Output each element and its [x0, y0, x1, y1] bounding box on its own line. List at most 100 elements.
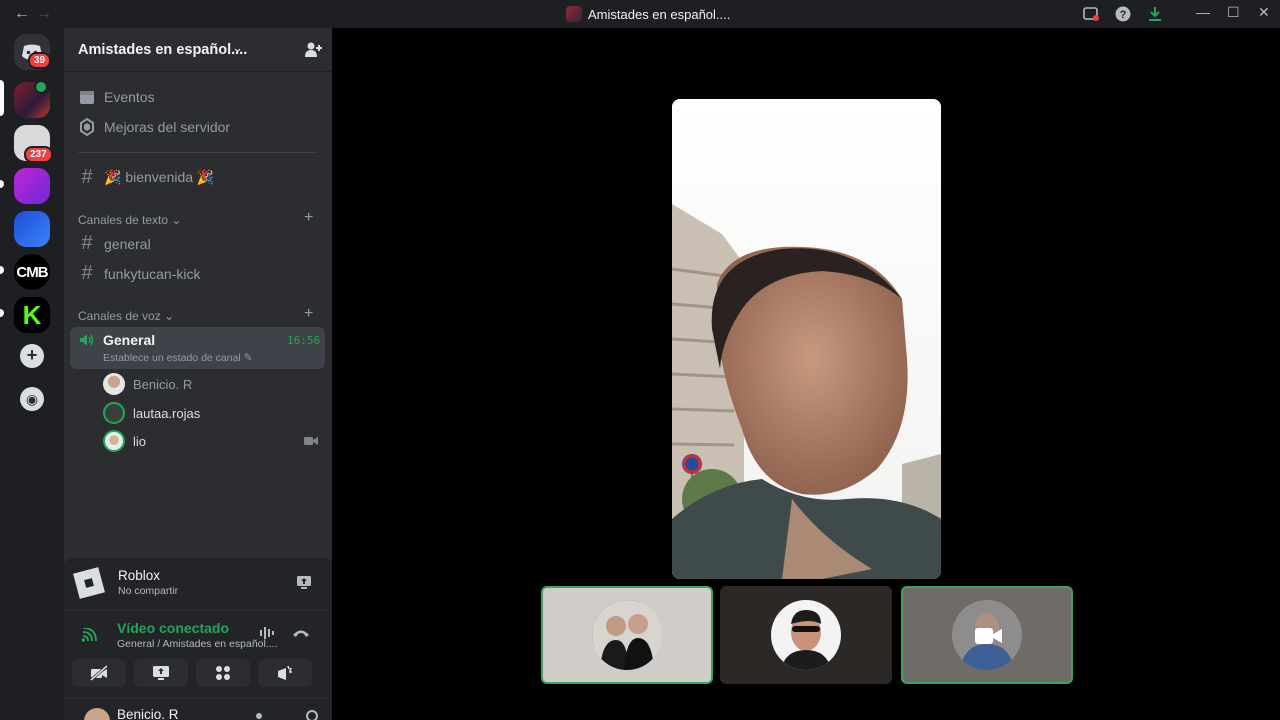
activity-game-name: Roblox: [118, 568, 161, 583]
voice-category-header[interactable]: Canales de voz ⌄: [78, 309, 174, 323]
participant-avatar: [592, 600, 662, 670]
channel-general[interactable]: # general: [78, 232, 151, 255]
avatar-photo: [771, 600, 841, 670]
camera-toggle-button[interactable]: [72, 659, 126, 687]
avatar-photo: [592, 600, 662, 670]
channel-bienvenida-label: 🎉 bienvenida 🎉: [104, 169, 215, 185]
chevron-down-icon: ⌄: [171, 213, 182, 227]
server-boosts-item[interactable]: Mejoras del servidor: [78, 118, 230, 136]
channel-sidebar: Amistades en español.... ⌄ Eventos Mejor…: [64, 28, 332, 720]
server-kick-icon[interactable]: K: [14, 297, 50, 333]
camera-icon: [975, 628, 1002, 644]
server-4-icon[interactable]: [14, 211, 50, 247]
avatar: [103, 373, 125, 395]
voice-user-row[interactable]: lio: [103, 430, 146, 452]
participant-tile[interactable]: [541, 586, 713, 684]
add-voice-channel-button[interactable]: +: [304, 305, 313, 323]
voice-timer: 16:56: [287, 334, 321, 347]
text-category-label: Canales de texto: [78, 213, 169, 227]
voice-user-name: lautaa.rojas: [133, 405, 201, 421]
hash-icon: #: [81, 232, 93, 254]
channel-status-text: Establece un estado de canal: [103, 352, 241, 364]
server-name: Amistades en español....: [78, 42, 248, 58]
text-category-header[interactable]: Canales de texto ⌄: [78, 213, 181, 227]
forward-arrow-icon[interactable]: →: [36, 5, 52, 23]
server-boosts-label: Mejoras del servidor: [104, 119, 231, 135]
maximize-button[interactable]: ☐: [1227, 4, 1240, 21]
connection-status[interactable]: Vídeo conectado: [117, 620, 229, 636]
disconnect-icon[interactable]: [292, 628, 310, 638]
voice-user-name: lio: [133, 433, 147, 449]
channel-funkytucan[interactable]: # funkytucan-kick: [78, 262, 200, 285]
home-badge: 39: [28, 52, 52, 69]
events-item[interactable]: Eventos: [78, 88, 155, 106]
minimize-button[interactable]: —: [1196, 4, 1210, 20]
channel-bienvenida[interactable]: # 🎉 bienvenida 🎉: [78, 166, 214, 189]
screen-share-icon: [153, 666, 169, 680]
svg-text:?: ?: [1120, 9, 1127, 21]
voice-channel-general[interactable]: General 16:56 Establece un estado de can…: [70, 327, 325, 369]
chevron-down-icon: ⌄: [164, 309, 175, 323]
current-user-name[interactable]: Benicio. R: [117, 707, 179, 720]
soundboard-button[interactable]: [258, 659, 312, 687]
server-thumb-icon: [566, 6, 582, 22]
screen-share-button[interactable]: [134, 659, 188, 687]
user-panel: Roblox No compartir Vídeo conectado Gene…: [64, 558, 332, 720]
help-icon[interactable]: ?: [1115, 6, 1131, 22]
participant-avatar: [771, 600, 841, 670]
chevron-down-icon: ⌄: [232, 40, 243, 55]
hash-icon: #: [81, 262, 93, 284]
avatar: [103, 402, 125, 424]
boost-gem-icon: [80, 118, 94, 136]
participant-tile[interactable]: [720, 586, 892, 684]
channel-general-label: general: [104, 235, 151, 252]
divider: [64, 610, 332, 611]
activity-sub: No compartir: [118, 585, 179, 597]
mic-icon[interactable]: [256, 713, 262, 719]
avatar[interactable]: [84, 708, 110, 720]
download-icon[interactable]: [1147, 6, 1163, 22]
connection-location[interactable]: General / Amistades en español....: [117, 638, 278, 650]
main-video-feed[interactable]: [672, 99, 941, 579]
unread-dot: [0, 309, 4, 317]
headset-icon[interactable]: [306, 710, 318, 720]
voice-category-label: Canales de voz: [78, 309, 161, 323]
camera-off-icon: [90, 665, 108, 681]
soundboard-icon: [278, 665, 292, 680]
signal-icon: [82, 628, 97, 642]
calendar-icon: [80, 91, 94, 104]
stream-game-icon[interactable]: [296, 574, 312, 590]
server-2-badge: 237: [24, 146, 53, 163]
voice-user-name: Benicio. R: [133, 376, 193, 392]
window-title: Amistades en español....: [566, 6, 730, 22]
participant-tile[interactable]: [901, 586, 1073, 684]
server-rail: 39 237 CMB K + ◉: [0, 28, 64, 720]
noise-suppression-icon[interactable]: [259, 626, 277, 640]
voice-user-row[interactable]: lautaa.rojas: [103, 402, 200, 424]
active-server-pill: [0, 80, 4, 116]
pencil-icon: ✎: [243, 352, 253, 364]
activities-button[interactable]: [196, 659, 250, 687]
server-3-icon[interactable]: [14, 168, 50, 204]
close-button[interactable]: ✕: [1258, 4, 1270, 21]
server-cmb-icon[interactable]: CMB: [14, 254, 50, 290]
video-stage: [332, 28, 1280, 720]
invite-people-icon[interactable]: [304, 41, 322, 59]
roblox-logo-icon: [73, 567, 105, 599]
divider: [64, 698, 332, 699]
activity-indicator-icon: [34, 80, 48, 94]
events-label: Eventos: [104, 89, 155, 105]
inbox-icon[interactable]: [1083, 6, 1099, 22]
add-text-channel-button[interactable]: +: [304, 209, 313, 227]
voice-user-row[interactable]: Benicio. R: [103, 373, 192, 395]
server-header[interactable]: Amistades en español.... ⌄: [64, 28, 332, 72]
channel-status-prompt[interactable]: Establece un estado de canal ✎: [103, 352, 253, 364]
unread-dot: [0, 180, 4, 188]
back-arrow-icon[interactable]: ←: [14, 5, 30, 23]
unread-dot: [0, 266, 4, 274]
discover-button[interactable]: ◉: [20, 387, 44, 411]
camera-icon: [304, 437, 318, 445]
voice-channel-name: General: [103, 332, 156, 348]
video-frame-image: [672, 99, 941, 579]
add-server-button[interactable]: +: [20, 344, 44, 368]
